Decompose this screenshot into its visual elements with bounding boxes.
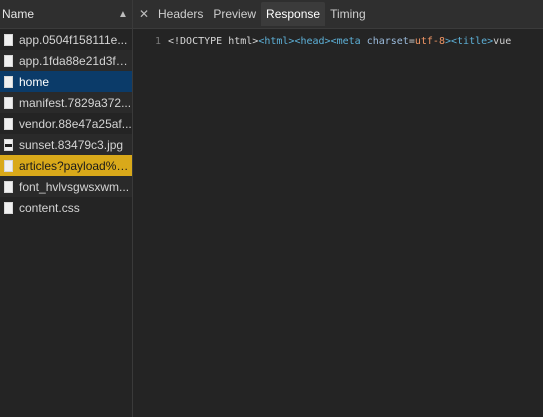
title-text-token: vue xyxy=(493,36,512,47)
name-column-title: Name xyxy=(2,7,35,21)
tab-timing[interactable]: Timing xyxy=(325,2,371,26)
request-list: app.0504f158111e... app.1fda88e21d3f5...… xyxy=(0,29,132,218)
request-row[interactable]: sunset.83479c3.jpg xyxy=(0,134,132,155)
document-icon xyxy=(4,96,13,109)
document-icon xyxy=(4,117,13,130)
request-details-pane: ✕ Headers Preview Response Timing 1 <!DO… xyxy=(133,0,543,417)
request-row[interactable]: manifest.7829a372... xyxy=(0,92,132,113)
request-name: app.1fda88e21d3f5... xyxy=(19,53,132,68)
document-icon xyxy=(4,159,13,172)
sort-ascending-icon[interactable]: ▲ xyxy=(118,9,128,20)
response-line: <!DOCTYPE html><html><head><meta charset… xyxy=(168,36,543,47)
attribute-name-token: charset xyxy=(366,36,409,47)
details-tab-bar: ✕ Headers Preview Response Timing xyxy=(133,0,543,29)
request-name: manifest.7829a372... xyxy=(19,95,132,110)
request-row-selected[interactable]: home xyxy=(0,71,132,92)
tab-headers[interactable]: Headers xyxy=(153,2,208,26)
tab-response[interactable]: Response xyxy=(261,2,326,26)
request-name: content.css xyxy=(19,200,80,215)
document-icon xyxy=(4,201,13,214)
request-name: sunset.83479c3.jpg xyxy=(19,137,124,152)
response-body[interactable]: 1 <!DOCTYPE html><html><head><meta chars… xyxy=(133,31,543,417)
request-row[interactable]: vendor.88e47a25af... xyxy=(0,113,132,134)
document-icon xyxy=(4,75,13,88)
image-icon xyxy=(4,138,13,151)
html-tag-token: <html> xyxy=(258,36,295,47)
request-row[interactable]: app.0504f158111e... xyxy=(0,29,132,50)
request-row-highlighted[interactable]: articles?payload%5... xyxy=(0,155,132,176)
request-name: vendor.88e47a25af... xyxy=(19,116,132,131)
line-number: 1 xyxy=(154,36,161,47)
document-icon xyxy=(4,33,13,46)
doctype-token: <!DOCTYPE html> xyxy=(168,36,259,47)
request-name: articles?payload%5... xyxy=(19,158,132,173)
devtools-network-panel: Name ▲ app.0504f158111e... app.1fda88e21… xyxy=(0,0,543,417)
head-tag-token: <head> xyxy=(294,36,331,47)
request-row[interactable]: app.1fda88e21d3f5... xyxy=(0,50,132,71)
document-icon xyxy=(4,180,13,193)
meta-tag-token: <meta xyxy=(330,36,367,47)
attribute-value-token: utf-8 xyxy=(414,36,445,47)
title-tag-token: <title> xyxy=(451,36,494,47)
request-row[interactable]: font_hvlvsgwsxwm... xyxy=(0,176,132,197)
request-name: app.0504f158111e... xyxy=(19,32,128,47)
request-name: home xyxy=(19,74,50,89)
close-icon[interactable]: ✕ xyxy=(135,7,153,21)
request-row[interactable]: content.css xyxy=(0,197,132,218)
document-icon xyxy=(4,54,13,67)
request-name: font_hvlvsgwsxwm... xyxy=(19,179,130,194)
name-column-header[interactable]: Name ▲ xyxy=(0,0,132,29)
tab-preview[interactable]: Preview xyxy=(208,2,261,26)
request-list-pane: Name ▲ app.0504f158111e... app.1fda88e21… xyxy=(0,0,132,417)
